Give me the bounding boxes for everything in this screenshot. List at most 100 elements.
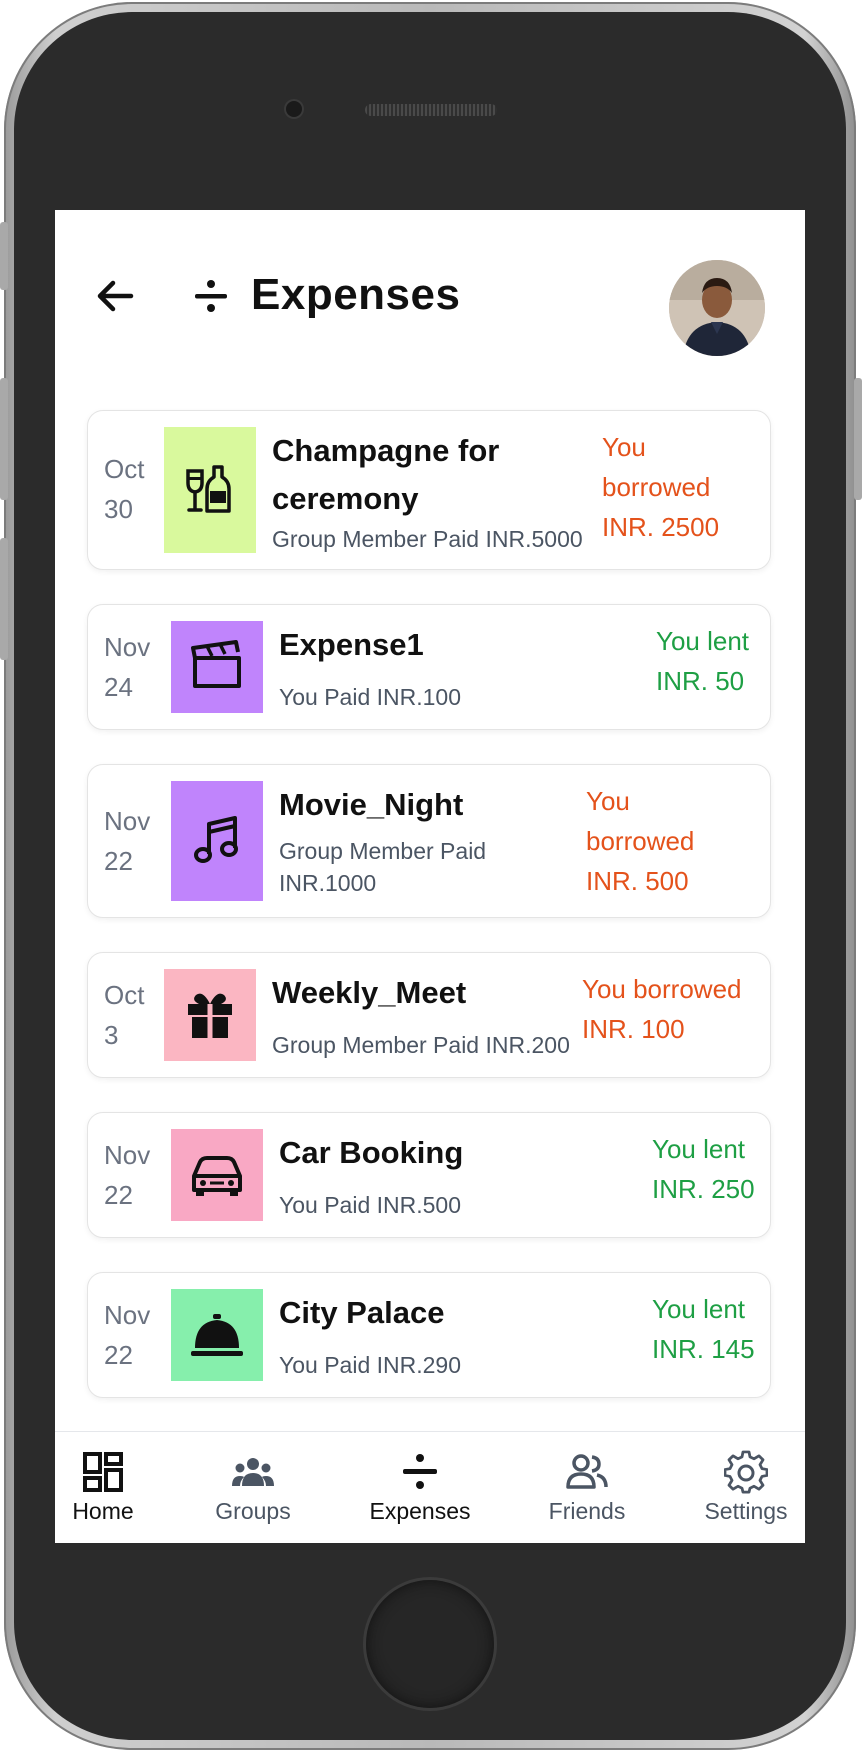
expense-balance: You lent INR. 50 <box>656 621 749 701</box>
balance-line: INR. 500 <box>586 866 689 896</box>
expense-paid-info: You Paid INR.100 <box>279 684 462 710</box>
gear-icon <box>724 1450 768 1494</box>
balance-line: INR. 2500 <box>602 512 720 542</box>
date-day: 3 <box>104 1020 119 1050</box>
hardware-home-button[interactable] <box>366 1580 494 1708</box>
expense-date: Oct 3 <box>104 975 164 1055</box>
expense-paid-info: Group Member Paid INR.1000 <box>279 835 486 899</box>
expense-paid-info: Group Member Paid INR.5000 <box>272 526 583 552</box>
date-day: 24 <box>104 672 133 702</box>
nav-item-expenses[interactable]: Expenses <box>350 1432 490 1543</box>
page-title: Expenses <box>251 270 461 319</box>
expense-card[interactable]: Nov 22 Car Booking You Paid INR.500 You … <box>87 1112 771 1238</box>
avatar[interactable] <box>669 260 765 356</box>
date-month: Nov <box>104 632 151 662</box>
expense-date: Nov 22 <box>104 801 164 881</box>
expense-name: Champagne for ceremony <box>272 427 499 523</box>
expense-balance: You borrowed INR. 2500 <box>602 427 719 547</box>
balance-line: INR. 250 <box>652 1174 755 1204</box>
divide-icon <box>195 280 227 312</box>
date-day: 22 <box>104 846 133 876</box>
back-arrow-icon[interactable] <box>91 272 139 320</box>
nav-item-settings[interactable]: Settings <box>676 1432 805 1543</box>
expense-name: Car Booking <box>279 1135 464 1170</box>
balance-line: You lent <box>656 626 750 656</box>
balance-line: INR. 100 <box>582 1014 685 1044</box>
expense-date: Oct 30 <box>104 449 164 529</box>
app-screen: Expenses Oct 30 Champagne for ceremony G… <box>55 210 805 1543</box>
date-month: Nov <box>104 806 151 836</box>
date-month: Nov <box>104 1140 151 1170</box>
balance-line: You borrowed <box>582 974 742 1004</box>
balance-line: borrowed <box>586 826 695 856</box>
balance-line: You lent <box>652 1294 746 1324</box>
nav-item-home[interactable]: Home <box>55 1432 173 1543</box>
dashboard-icon <box>83 1452 123 1492</box>
expense-balance: You lent INR. 250 <box>652 1129 755 1209</box>
expense-icon-box <box>171 621 263 713</box>
expense-balance: You borrowed INR. 500 <box>586 781 694 901</box>
service-bell-icon <box>191 1314 243 1356</box>
friends-icon <box>566 1454 608 1489</box>
side-button-volume-up <box>0 378 8 500</box>
expense-balance: You borrowed INR. 100 <box>582 969 742 1049</box>
expense-card[interactable]: Nov 24 Expense1 You Paid INR.100 You len… <box>87 604 771 730</box>
date-day: 22 <box>104 1180 133 1210</box>
expense-card[interactable]: Oct 3 Weekly_Meet Group Member Paid INR.… <box>87 952 771 1078</box>
side-button-volume-down <box>0 538 8 660</box>
expense-icon-box <box>164 427 256 553</box>
balance-line: You <box>602 432 646 462</box>
bottom-navigation: Home Groups Expenses Friends Settings <box>55 1431 805 1543</box>
date-month: Nov <box>104 1300 151 1330</box>
front-camera <box>286 101 302 117</box>
expense-paid-info: You Paid INR.290 <box>279 1352 462 1378</box>
nav-label: Home <box>72 1498 134 1524</box>
balance-line: INR. 145 <box>652 1334 755 1364</box>
expense-icon-box <box>164 969 256 1061</box>
balance-line: You lent <box>652 1134 746 1164</box>
expense-name: Movie_Night <box>279 787 464 822</box>
expense-name: Expense1 <box>279 627 424 662</box>
expense-date: Nov 24 <box>104 627 164 707</box>
paid-info-line: INR.1000 <box>279 870 377 896</box>
expense-date: Nov 22 <box>104 1135 164 1215</box>
top-app-bar: Expenses <box>55 210 805 390</box>
nav-label: Expenses <box>369 1498 471 1524</box>
expense-paid-info: Group Member Paid INR.200 <box>272 1032 570 1058</box>
paid-info-line: Group Member Paid <box>279 838 487 864</box>
date-month: Oct <box>104 454 145 484</box>
balance-line: You <box>586 786 630 816</box>
expense-icon-box <box>171 1289 263 1381</box>
champagne-icon <box>186 465 231 513</box>
expense-name-line: Champagne for <box>272 433 500 468</box>
nav-label: Groups <box>215 1498 291 1524</box>
date-day: 22 <box>104 1340 133 1370</box>
car-icon <box>192 1156 242 1196</box>
clapperboard-icon <box>191 640 241 688</box>
expense-date: Nov 22 <box>104 1295 164 1375</box>
expense-name: City Palace <box>279 1295 445 1330</box>
expense-icon-box <box>171 781 263 901</box>
date-month: Oct <box>104 980 145 1010</box>
divide-icon <box>403 1454 437 1489</box>
side-button-mute <box>0 222 8 290</box>
expense-card[interactable]: Oct 30 Champagne for ceremony Group Memb… <box>87 410 771 570</box>
expense-card[interactable]: Nov 22 City Palace You Paid INR.290 You … <box>87 1272 771 1398</box>
gift-icon <box>188 993 232 1038</box>
expense-icon-box <box>171 1129 263 1221</box>
date-day: 30 <box>104 494 133 524</box>
music-note-icon <box>194 816 238 863</box>
nav-label: Settings <box>704 1498 788 1524</box>
expense-card[interactable]: Nov 22 Movie_Night Group Member Paid INR… <box>87 764 771 918</box>
balance-line: borrowed <box>602 472 711 502</box>
balance-line: INR. 50 <box>656 666 745 696</box>
side-button-power <box>854 378 862 500</box>
nav-item-groups[interactable]: Groups <box>183 1432 323 1543</box>
expense-name: Weekly_Meet <box>272 975 467 1010</box>
nav-item-friends[interactable]: Friends <box>517 1432 657 1543</box>
expense-paid-info: You Paid INR.500 <box>279 1192 462 1218</box>
nav-label: Friends <box>548 1498 626 1524</box>
avatar-image <box>669 260 765 356</box>
expense-balance: You lent INR. 145 <box>652 1289 755 1369</box>
earpiece-speaker <box>365 104 497 116</box>
